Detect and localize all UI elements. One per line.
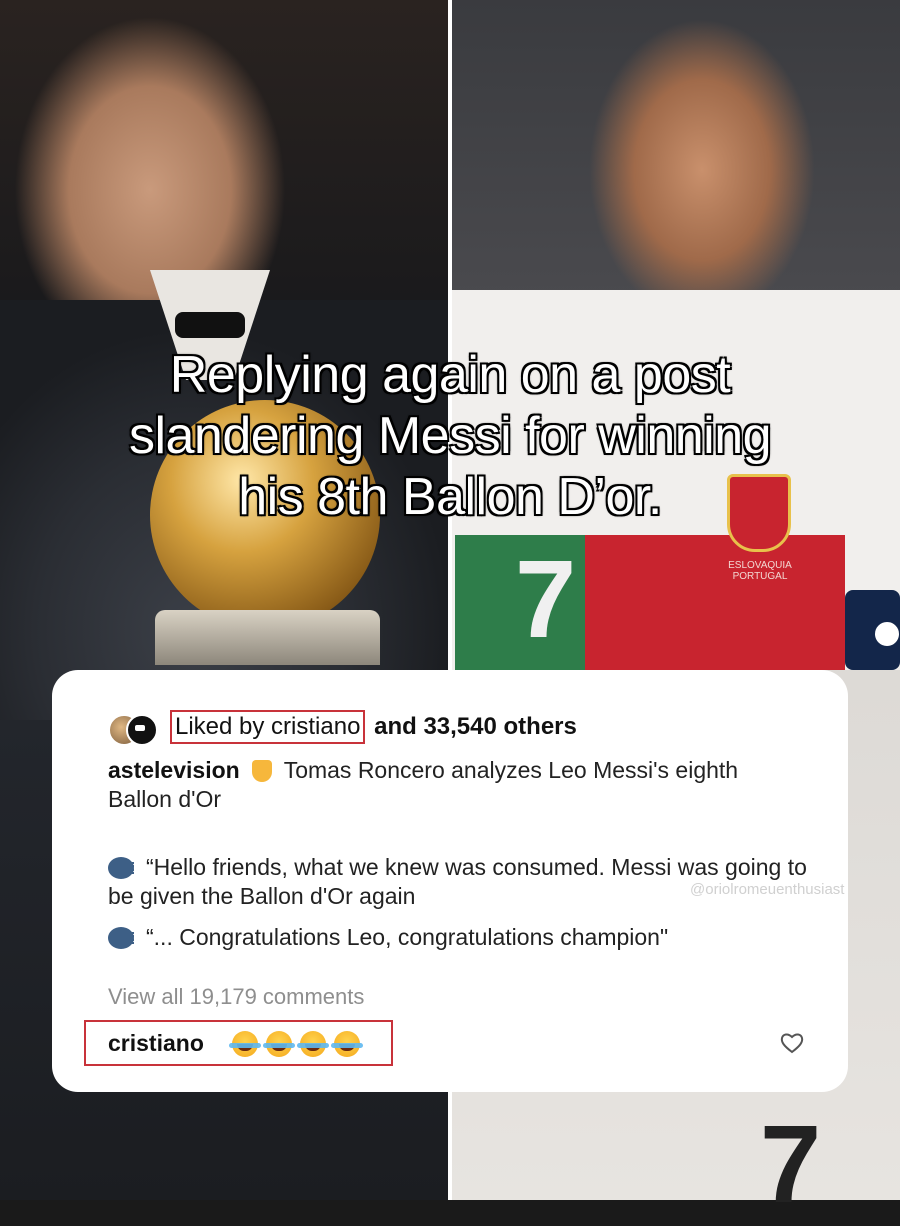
headline-line-1: Replying again on a post: [169, 346, 731, 404]
jersey-match-text: ESLOVAQUIA PORTUGAL: [728, 560, 792, 582]
lower-jersey-number: 7: [760, 1103, 822, 1226]
avatar[interactable]: [126, 714, 158, 746]
jersey-number: 7: [515, 538, 577, 661]
pointing-down-icon: [251, 760, 272, 782]
bowtie: [175, 312, 245, 338]
quote-2: “... Congratulations Leo, congratulation…: [108, 923, 828, 952]
speaking-head-icon: [108, 927, 134, 949]
caption-username[interactable]: astelevision: [108, 757, 240, 783]
highlighted-comment: cristiano: [84, 1020, 393, 1066]
laughing-emoji-icon: [229, 1031, 261, 1057]
headline-line-2: slandering Messi for winning: [128, 407, 772, 465]
laughing-emoji-icon: [331, 1031, 363, 1057]
likes-count[interactable]: and 33,540 others: [374, 713, 577, 740]
comment-username[interactable]: cristiano: [108, 1030, 204, 1057]
headline-line-3: his 8th Ballon D’or.: [238, 468, 662, 526]
jersey-red-stripe: [585, 535, 845, 670]
headline: Replying again on a post slandering Mess…: [20, 345, 880, 528]
laughing-emoji-icon: [263, 1031, 295, 1057]
laughing-emoji-icon: [297, 1031, 329, 1057]
likes-row[interactable]: Liked by cristiano and 33,540 others: [170, 710, 577, 744]
watermark: @oriolromeuenthusiast: [690, 881, 845, 898]
speaking-head-icon: [108, 857, 134, 879]
trophy-base: [155, 610, 380, 665]
quote-2-text: “... Congratulations Leo, congratulation…: [146, 924, 669, 950]
liker-avatars[interactable]: [108, 714, 178, 746]
view-all-comments-link[interactable]: View all 19,179 comments: [108, 984, 364, 1010]
liked-by-highlight[interactable]: Liked by cristiano: [170, 710, 366, 744]
heart-icon[interactable]: [780, 1032, 804, 1054]
post-caption: astelevision Tomas Roncero analyzes Leo M…: [108, 756, 808, 814]
armband-logo-icon: [873, 620, 900, 648]
